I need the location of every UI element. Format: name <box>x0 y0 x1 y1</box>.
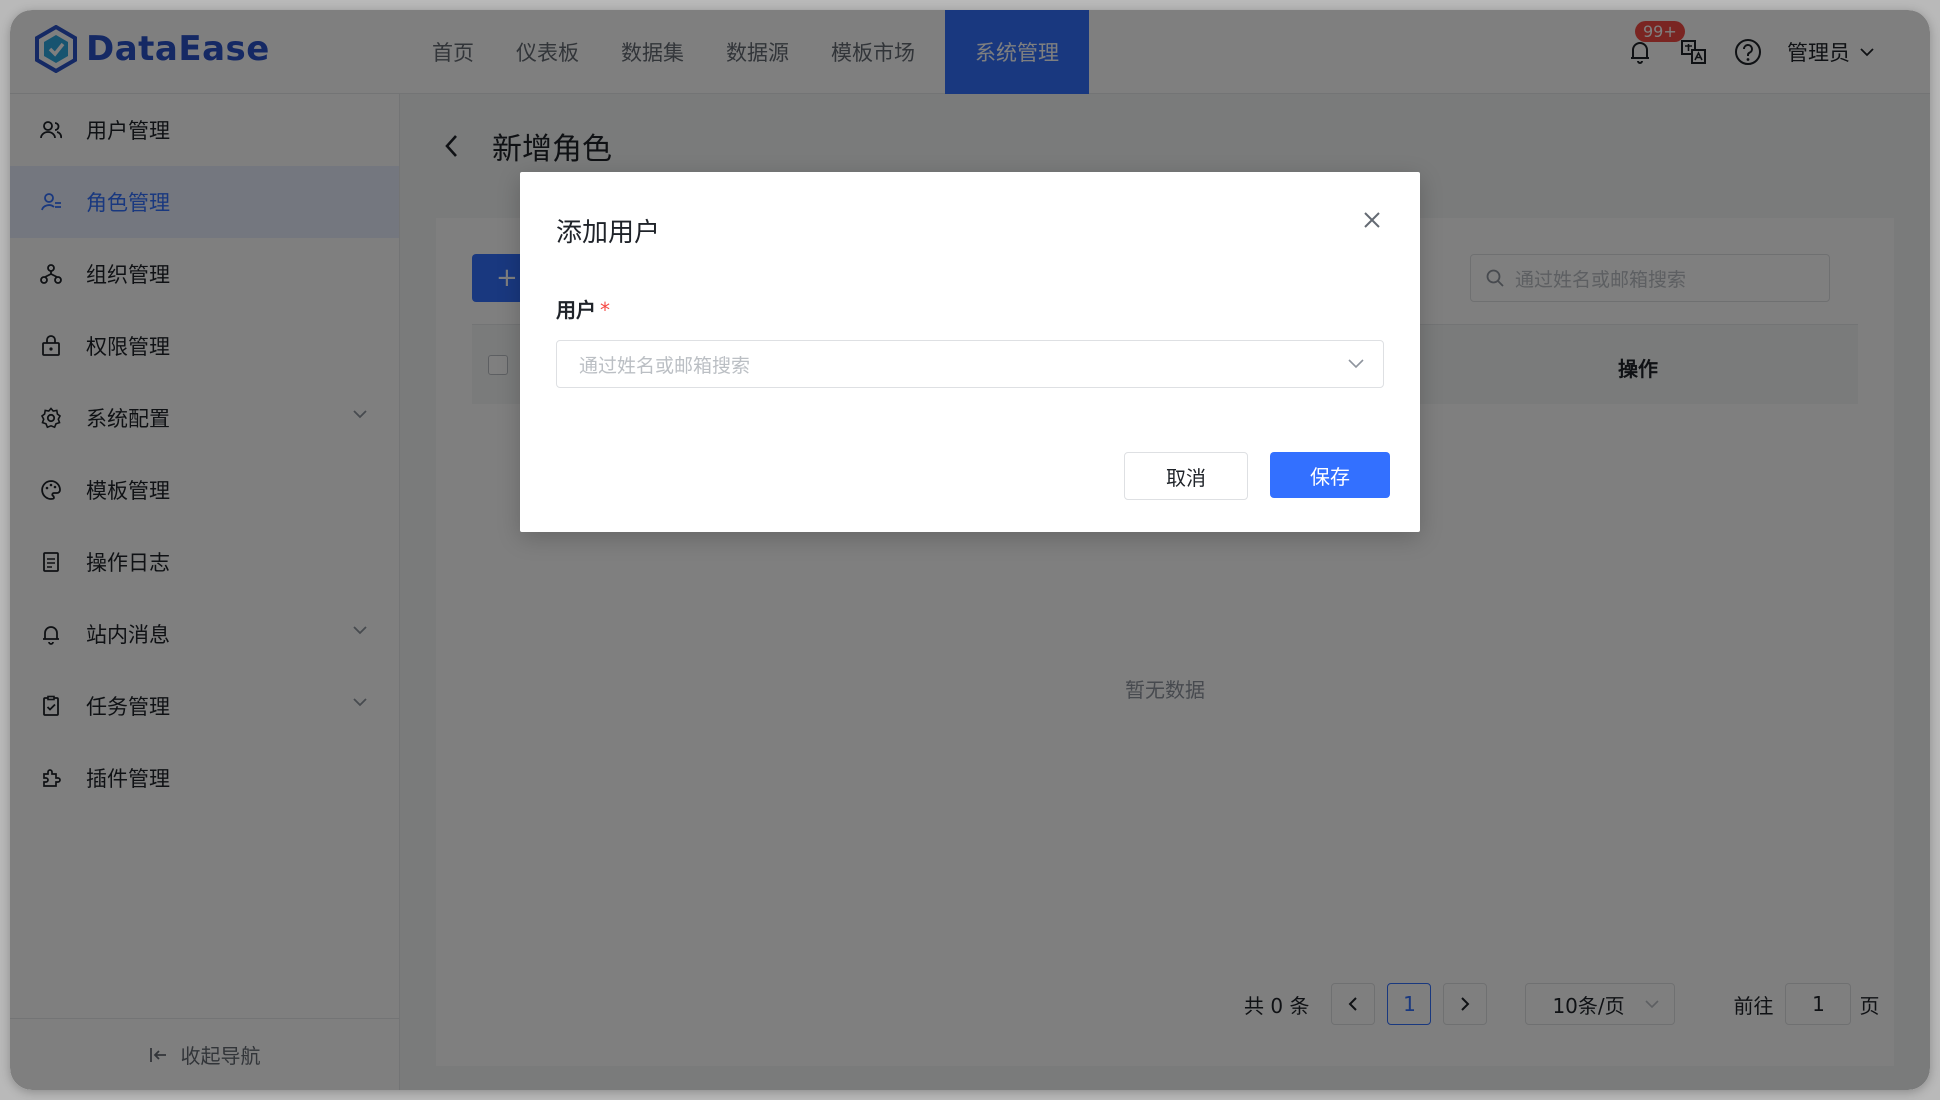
user-field-label-text: 用户 <box>556 298 596 322</box>
cancel-button[interactable]: 取消 <box>1124 452 1248 500</box>
chevron-down-icon <box>1348 359 1364 369</box>
user-field-label: 用户 * <box>556 294 610 323</box>
user-select-placeholder: 通过姓名或邮箱搜索 <box>579 354 751 377</box>
required-mark: * <box>600 298 610 322</box>
app-window: DataEase 首页 仪表板 数据集 数据源 模板市场 系统管理 99+ <box>10 10 1930 1090</box>
save-button[interactable]: 保存 <box>1270 452 1390 498</box>
add-user-dialog: 添加用户 用户 * 通过姓名或邮箱搜索 取消 保存 <box>520 172 1420 532</box>
close-icon[interactable] <box>1360 208 1384 232</box>
user-select[interactable]: 通过姓名或邮箱搜索 <box>556 340 1384 388</box>
dialog-title: 添加用户 <box>556 218 661 248</box>
